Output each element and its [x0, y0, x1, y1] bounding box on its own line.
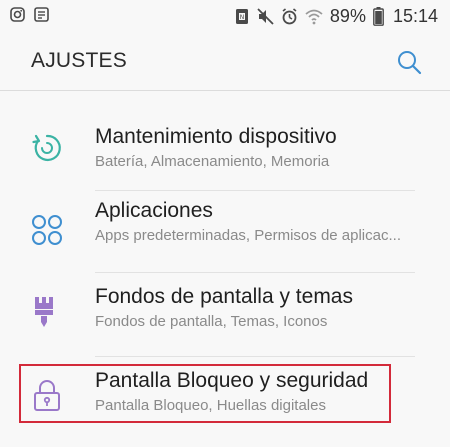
item-subtitle: Apps predeterminadas, Permisos de aplica… — [95, 227, 401, 244]
wifi-icon — [305, 8, 323, 25]
status-left-icons — [10, 7, 49, 22]
settings-item-wallpapers-themes[interactable]: Fondos de pantalla y temas Fondos de pan… — [0, 273, 450, 355]
mute-icon — [257, 7, 274, 25]
search-icon — [398, 51, 422, 75]
alarm-icon — [281, 7, 298, 25]
svg-text:N: N — [240, 14, 245, 21]
item-subtitle: Fondos de pantalla, Temas, Iconos — [95, 313, 328, 330]
battery-icon — [373, 6, 384, 26]
settings-screen: N 89% 15:14 AJUSTES Mantenimiento dispos… — [0, 0, 450, 447]
notes-icon — [34, 7, 49, 22]
app-bar: AJUSTES — [0, 34, 450, 92]
status-right-icons: N 89% 15:14 — [234, 4, 438, 28]
item-title: Aplicaciones — [95, 199, 213, 222]
item-title: Mantenimiento dispositivo — [95, 125, 337, 148]
instagram-icon — [10, 7, 25, 22]
item-title: Fondos de pantalla y temas — [95, 285, 353, 308]
settings-item-device-maintenance[interactable]: Mantenimiento dispositivo Batería, Almac… — [0, 111, 450, 193]
item-subtitle: Batería, Almacenamiento, Memoria — [95, 153, 330, 170]
nfc-icon: N — [234, 8, 250, 25]
highlight-box — [19, 364, 391, 423]
clock: 15:14 — [392, 6, 438, 26]
battery-percentage: 89% — [329, 6, 366, 26]
search-button[interactable] — [395, 48, 423, 76]
paint-brush-icon — [30, 295, 64, 329]
page-title: AJUSTES — [31, 49, 127, 72]
apps-icon — [30, 213, 64, 247]
device-maintenance-icon — [30, 131, 64, 165]
settings-item-applications[interactable]: Aplicaciones Apps predeterminadas, Permi… — [0, 191, 450, 273]
app-bar-divider — [0, 90, 450, 91]
status-bar: N 89% 15:14 — [0, 0, 450, 34]
